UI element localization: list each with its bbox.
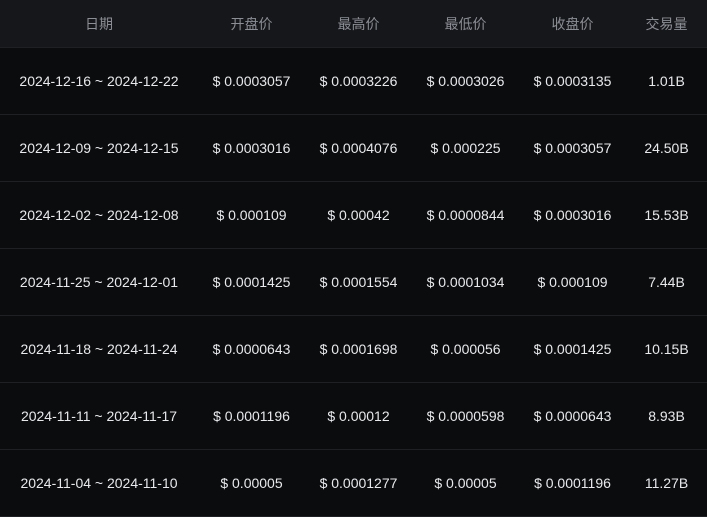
table-row: 2024-11-11 ~ 2024-11-17 $ 0.0001196 $ 0.… (0, 383, 707, 450)
cell-open: $ 0.0003057 (212, 73, 291, 89)
cell-low: $ 0.0000844 (426, 207, 505, 223)
cell-date: 2024-11-04 ~ 2024-11-10 (20, 475, 178, 491)
header-high: 最高价 (337, 15, 380, 32)
cell-high: $ 0.0003226 (319, 73, 398, 89)
cell-close: $ 0.000109 (537, 274, 608, 290)
table-row: 2024-12-02 ~ 2024-12-08 $ 0.000109 $ 0.0… (0, 182, 707, 249)
cell-close: $ 0.0003016 (533, 207, 612, 223)
cell-high: $ 0.00042 (327, 207, 390, 223)
cell-volume: 8.93B (648, 408, 685, 424)
cell-open: $ 0.000109 (216, 207, 287, 223)
cell-high: $ 0.0001277 (319, 475, 398, 491)
cell-open: $ 0.0000643 (212, 341, 291, 357)
header-low: 最低价 (444, 15, 487, 32)
table-header: 日期 开盘价 最高价 最低价 收盘价 交易量 (0, 0, 707, 48)
cell-high: $ 0.0001698 (319, 341, 398, 357)
cell-close: $ 0.0001425 (533, 341, 612, 357)
cell-volume: 24.50B (644, 140, 689, 156)
cell-date: 2024-12-16 ~ 2024-12-22 (19, 73, 179, 89)
table-row: 2024-12-09 ~ 2024-12-15 $ 0.0003016 $ 0.… (0, 115, 707, 182)
cell-high: $ 0.0001554 (319, 274, 398, 290)
cell-close: $ 0.0003135 (533, 73, 612, 89)
cell-date: 2024-12-09 ~ 2024-12-15 (19, 140, 179, 156)
cell-date: 2024-12-02 ~ 2024-12-08 (19, 207, 179, 223)
header-volume: 交易量 (645, 15, 688, 32)
table-row: 2024-11-04 ~ 2024-11-10 $ 0.00005 $ 0.00… (0, 450, 707, 517)
cell-close: $ 0.0003057 (533, 140, 612, 156)
cell-high: $ 0.0004076 (319, 140, 398, 156)
cell-low: $ 0.000056 (430, 341, 501, 357)
cell-low: $ 0.0000598 (426, 408, 505, 424)
cell-close: $ 0.0000643 (533, 408, 612, 424)
table-row: 2024-11-18 ~ 2024-11-24 $ 0.0000643 $ 0.… (0, 316, 707, 383)
table-row: 2024-12-16 ~ 2024-12-22 $ 0.0003057 $ 0.… (0, 48, 707, 115)
cell-low: $ 0.000225 (430, 140, 501, 156)
cell-date: 2024-11-11 ~ 2024-11-17 (20, 408, 178, 424)
cell-open: $ 0.0001425 (212, 274, 291, 290)
cell-volume: 10.15B (644, 341, 689, 357)
cell-volume: 11.27B (644, 475, 689, 491)
cell-volume: 7.44B (648, 274, 685, 290)
cell-low: $ 0.0001034 (426, 274, 505, 290)
header-close: 收盘价 (551, 15, 594, 32)
header-open: 开盘价 (230, 15, 273, 32)
cell-date: 2024-11-25 ~ 2024-12-01 (19, 274, 179, 290)
cell-low: $ 0.0003026 (426, 73, 505, 89)
cell-high: $ 0.00012 (327, 408, 390, 424)
cell-date: 2024-11-18 ~ 2024-11-24 (20, 341, 178, 357)
cell-open: $ 0.0003016 (212, 140, 291, 156)
table-row: 2024-11-25 ~ 2024-12-01 $ 0.0001425 $ 0.… (0, 249, 707, 316)
cell-close: $ 0.0001196 (534, 475, 611, 491)
price-history-table: 日期 开盘价 最高价 最低价 收盘价 交易量 2024-12-16 ~ 2024… (0, 0, 707, 517)
header-date: 日期 (85, 15, 113, 32)
cell-volume: 1.01B (648, 73, 685, 89)
cell-open: $ 0.00005 (220, 475, 283, 491)
cell-open: $ 0.0001196 (213, 408, 290, 424)
cell-low: $ 0.00005 (434, 475, 497, 491)
cell-volume: 15.53B (644, 207, 689, 223)
